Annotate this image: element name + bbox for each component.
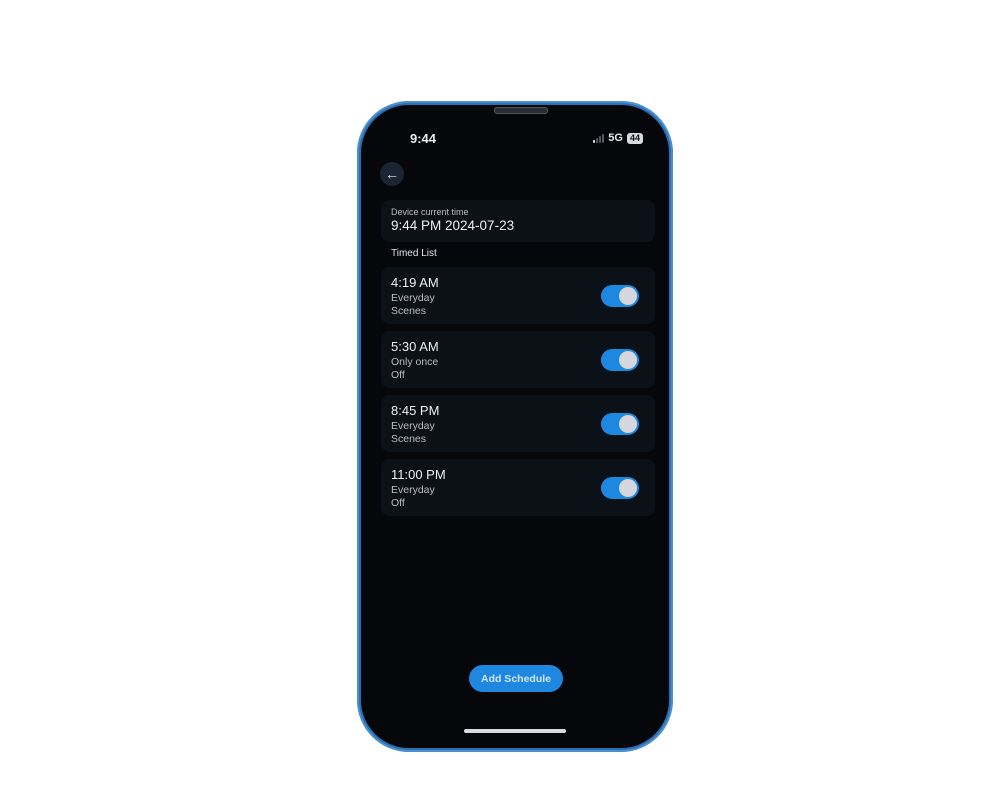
schedule-time: 4:19 AM bbox=[391, 275, 439, 290]
home-indicator[interactable] bbox=[464, 729, 566, 733]
earpiece-speaker bbox=[494, 107, 548, 114]
toggle-knob bbox=[619, 415, 637, 433]
schedule-repeat: Everyday bbox=[391, 484, 435, 496]
device-time-card: Device current time 9:44 PM 2024-07-23 bbox=[381, 200, 655, 242]
network-type: 5G bbox=[608, 132, 623, 144]
schedule-item[interactable]: 8:45 PM Everyday Scenes bbox=[381, 395, 655, 452]
toggle-knob bbox=[619, 351, 637, 369]
schedule-action: Off bbox=[391, 369, 405, 381]
phone-frame: 9:44 5G 44 ← Device current time 9:44 PM… bbox=[357, 101, 673, 752]
status-bar-time: 9:44 bbox=[410, 131, 437, 146]
add-schedule-button[interactable]: Add Schedule bbox=[469, 665, 563, 692]
schedule-toggle[interactable] bbox=[601, 285, 639, 307]
timed-list-title: Timed List bbox=[391, 248, 437, 259]
schedule-action: Off bbox=[391, 497, 405, 509]
schedule-toggle[interactable] bbox=[601, 477, 639, 499]
arrow-left-icon: ← bbox=[385, 166, 399, 182]
schedule-time: 11:00 PM bbox=[391, 467, 446, 482]
toggle-knob bbox=[619, 287, 637, 305]
battery-icon: 44 bbox=[626, 132, 643, 144]
schedule-list: 4:19 AM Everyday Scenes 5:30 AM Only onc… bbox=[381, 267, 655, 523]
schedule-toggle[interactable] bbox=[601, 413, 639, 435]
schedule-toggle[interactable] bbox=[601, 349, 639, 371]
schedule-repeat: Only once bbox=[391, 356, 439, 368]
schedule-action: Scenes bbox=[391, 305, 427, 317]
schedule-time: 8:45 PM bbox=[391, 403, 440, 418]
signal-strength-icon bbox=[593, 133, 605, 143]
schedule-time: 5:30 AM bbox=[391, 339, 439, 354]
schedule-item[interactable]: 4:19 AM Everyday Scenes bbox=[381, 267, 655, 324]
back-button[interactable]: ← bbox=[380, 162, 404, 186]
device-time-value: 9:44 PM 2024-07-23 bbox=[391, 218, 515, 233]
device-time-label: Device current time bbox=[391, 207, 469, 217]
phone-screen: 9:44 5G 44 ← Device current time 9:44 PM… bbox=[361, 105, 669, 748]
schedule-repeat: Everyday bbox=[391, 420, 435, 432]
schedule-item[interactable]: 5:30 AM Only once Off bbox=[381, 331, 655, 388]
schedule-action: Scenes bbox=[391, 433, 427, 445]
schedule-item[interactable]: 11:00 PM Everyday Off bbox=[381, 459, 655, 516]
status-bar-indicators: 5G 44 bbox=[593, 132, 643, 144]
schedule-repeat: Everyday bbox=[391, 292, 435, 304]
toggle-knob bbox=[619, 479, 637, 497]
